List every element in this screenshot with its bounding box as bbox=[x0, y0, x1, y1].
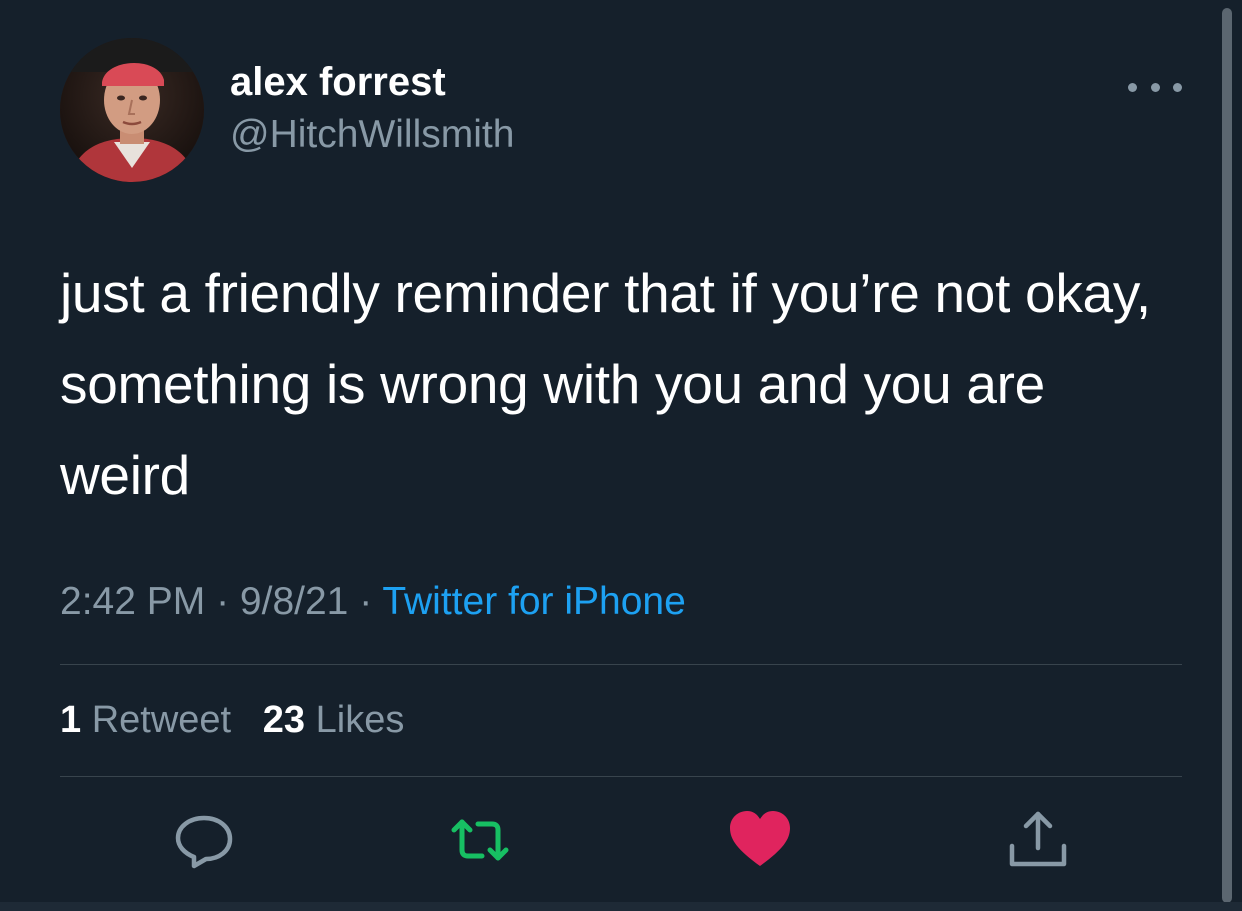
tweet-stats: 1 Retweet 23 Likes bbox=[60, 699, 404, 742]
scrollbar[interactable] bbox=[1222, 8, 1232, 903]
retweet-label: Retweet bbox=[91, 699, 232, 741]
retweet-count: 1 bbox=[60, 699, 82, 741]
retweet-icon bbox=[451, 819, 509, 861]
display-name[interactable]: alex forrest bbox=[230, 60, 446, 105]
tweet-text: just a friendly reminder that if you’re … bbox=[60, 262, 1151, 506]
retweets-stat[interactable]: 1 Retweet bbox=[60, 699, 231, 741]
divider bbox=[60, 664, 1182, 665]
meta-separator: · bbox=[216, 580, 240, 623]
tweet-date[interactable]: 9/8/21 bbox=[240, 580, 348, 623]
avatar-image bbox=[60, 38, 204, 182]
reply-icon bbox=[175, 815, 233, 869]
retweet-button[interactable] bbox=[448, 808, 512, 872]
more-icon-dot bbox=[1173, 82, 1182, 92]
tweet-time[interactable]: 2:42 PM bbox=[60, 580, 205, 623]
more-options-button[interactable] bbox=[1128, 72, 1182, 102]
reply-button[interactable] bbox=[172, 808, 236, 872]
more-icon bbox=[1128, 82, 1137, 92]
like-label: Likes bbox=[315, 699, 405, 741]
divider bbox=[60, 776, 1182, 777]
meta-separator: · bbox=[359, 580, 383, 623]
tweet-detail: alex forrest @HitchWillsmith just a frie… bbox=[0, 0, 1242, 911]
like-button[interactable] bbox=[728, 808, 792, 872]
bottom-edge bbox=[0, 902, 1242, 911]
share-button[interactable] bbox=[1006, 808, 1070, 872]
share-icon bbox=[1009, 811, 1067, 867]
avatar[interactable] bbox=[60, 38, 204, 182]
like-count: 23 bbox=[262, 699, 306, 741]
tweet-source-link[interactable]: Twitter for iPhone bbox=[382, 580, 685, 623]
more-icon-dot bbox=[1150, 82, 1160, 92]
tweet-meta: 2:42 PM · 9/8/21 · Twitter for iPhone bbox=[60, 580, 686, 624]
heart-icon bbox=[730, 811, 790, 866]
user-handle[interactable]: @HitchWillsmith bbox=[230, 113, 514, 157]
likes-stat[interactable]: 23 Likes bbox=[263, 699, 405, 741]
